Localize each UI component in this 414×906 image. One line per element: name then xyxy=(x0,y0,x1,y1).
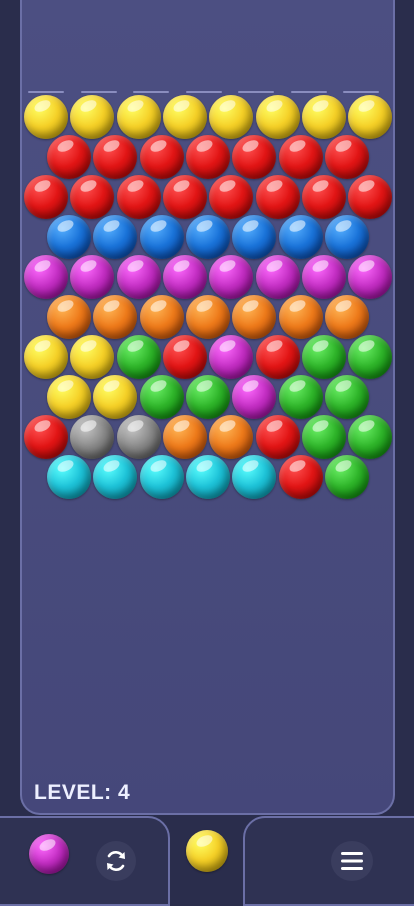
green-bubble xyxy=(278,375,323,419)
menu-button[interactable] xyxy=(331,841,373,881)
magenta-bubble xyxy=(255,255,300,299)
hamburger-menu-icon xyxy=(341,852,363,870)
red-bubble xyxy=(255,335,300,379)
green-bubble xyxy=(301,415,346,459)
orange-bubble xyxy=(232,295,277,339)
red-bubble xyxy=(70,175,115,219)
orange-bubble xyxy=(162,415,207,459)
red-bubble xyxy=(116,175,161,219)
blue-bubble xyxy=(185,215,230,259)
yellow-bubble xyxy=(47,375,91,419)
magenta-bubble xyxy=(24,255,68,299)
red-bubble xyxy=(139,135,184,179)
yellow-bubble xyxy=(24,95,68,139)
blue-bubble xyxy=(139,215,184,259)
red-bubble xyxy=(301,175,346,219)
orange-bubble xyxy=(47,295,91,339)
orange-bubble xyxy=(209,415,254,459)
bottom-bar-right-panel xyxy=(243,816,414,906)
red-bubble xyxy=(162,175,207,219)
bottom-bar-left-panel xyxy=(0,816,170,906)
bottom-bar xyxy=(0,812,414,906)
red-bubble xyxy=(348,175,393,219)
cyan-bubble xyxy=(232,455,277,499)
red-bubble xyxy=(93,135,138,179)
yellow-bubble xyxy=(301,95,346,139)
orange-bubble xyxy=(185,295,230,339)
magenta-bubble xyxy=(348,255,393,299)
red-bubble xyxy=(278,135,323,179)
orange-bubble xyxy=(93,295,138,339)
magenta-bubble xyxy=(209,335,254,379)
green-bubble xyxy=(139,375,184,419)
red-bubble xyxy=(209,175,254,219)
shooter-bubble[interactable] xyxy=(186,830,228,872)
green-bubble xyxy=(185,375,230,419)
orange-bubble xyxy=(139,295,184,339)
yellow-bubble xyxy=(255,95,300,139)
blue-bubble xyxy=(47,215,91,259)
blue-bubble xyxy=(232,215,277,259)
green-bubble xyxy=(116,335,161,379)
yellow-bubble xyxy=(162,95,207,139)
magenta-bubble xyxy=(162,255,207,299)
swap-refresh-icon xyxy=(107,851,125,871)
green-bubble xyxy=(348,415,393,459)
red-bubble xyxy=(278,455,323,499)
yellow-bubble xyxy=(24,335,68,379)
red-bubble xyxy=(324,135,369,179)
red-bubble xyxy=(47,135,91,179)
green-bubble xyxy=(324,375,369,419)
yellow-bubble xyxy=(70,95,115,139)
yellow-bubble xyxy=(70,335,115,379)
magenta-bubble xyxy=(209,255,254,299)
red-bubble xyxy=(255,175,300,219)
red-bubble xyxy=(185,135,230,179)
cyan-bubble xyxy=(47,455,91,499)
cyan-bubble xyxy=(185,455,230,499)
red-bubble xyxy=(24,175,68,219)
cyan-bubble xyxy=(139,455,184,499)
orange-bubble xyxy=(324,295,369,339)
yellow-bubble xyxy=(209,95,254,139)
red-bubble xyxy=(255,415,300,459)
yellow-bubble xyxy=(93,375,138,419)
blue-bubble xyxy=(324,215,369,259)
magenta-bubble xyxy=(301,255,346,299)
blue-bubble xyxy=(278,215,323,259)
red-bubble xyxy=(24,415,68,459)
orange-bubble xyxy=(278,295,323,339)
magenta-bubble xyxy=(116,255,161,299)
cyan-bubble xyxy=(93,455,138,499)
bubble-grid[interactable] xyxy=(0,0,414,520)
yellow-bubble xyxy=(116,95,161,139)
green-bubble xyxy=(301,335,346,379)
swap-button[interactable] xyxy=(96,841,136,881)
green-bubble xyxy=(348,335,393,379)
yellow-bubble xyxy=(348,95,393,139)
gray-bubble xyxy=(70,415,115,459)
red-bubble xyxy=(232,135,277,179)
green-bubble xyxy=(324,455,369,499)
level-label: LEVEL: 4 xyxy=(34,781,131,804)
blue-bubble xyxy=(93,215,138,259)
red-bubble xyxy=(162,335,207,379)
magenta-bubble xyxy=(70,255,115,299)
gray-bubble xyxy=(116,415,161,459)
magenta-bubble xyxy=(232,375,277,419)
next-bubble[interactable] xyxy=(29,834,69,874)
